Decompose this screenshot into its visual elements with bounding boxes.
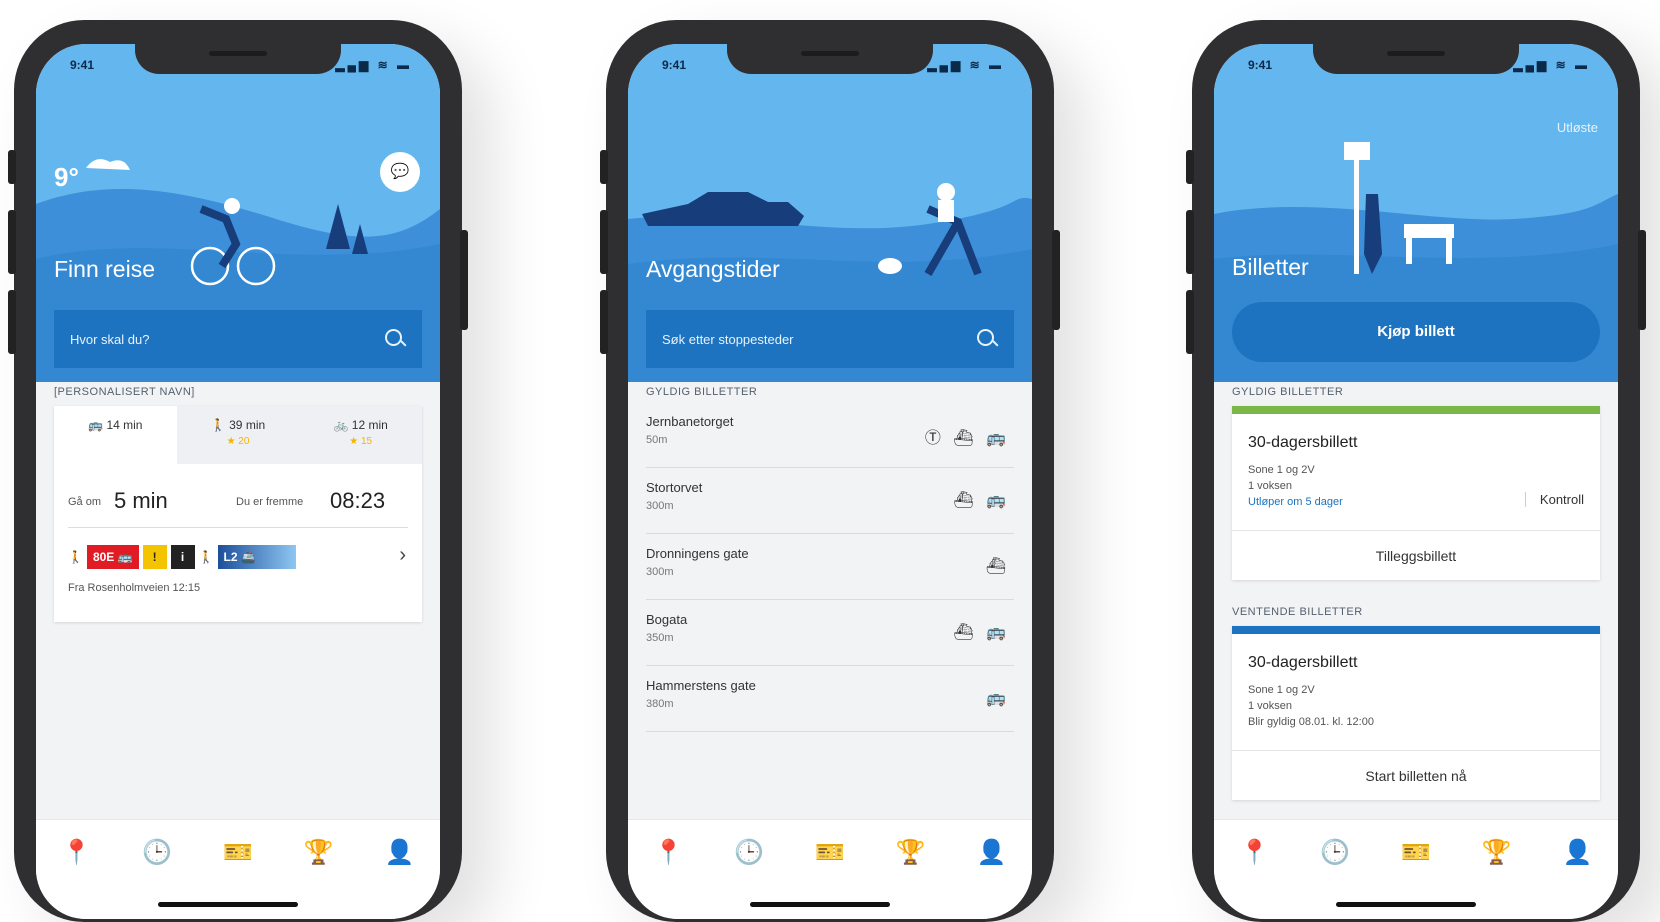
search-icon	[976, 328, 998, 350]
mode-walk[interactable]: 🚶 39 min ★ 20	[176, 406, 300, 464]
phone-finn-reise: 9:41 ▂▄▆ ≋ ▬ 9° 💬 Finn reise Hvor skal d…	[8, 20, 468, 922]
section-label: GYLDIG BILLETTER	[646, 386, 758, 398]
status-time: 9:41	[662, 58, 687, 72]
home-indicator	[750, 902, 890, 907]
arrive-value: 08:23	[330, 488, 386, 513]
search-icon	[384, 328, 406, 350]
home-indicator	[158, 902, 298, 907]
expiry-link[interactable]: Utløper om 5 dager	[1248, 496, 1343, 508]
weather-temp: 9°	[54, 162, 79, 192]
warning-icon: !	[142, 545, 167, 569]
status-icons: ▂▄▆ ≋ ▬	[335, 58, 412, 72]
tab-travel[interactable]: 📍	[58, 834, 94, 870]
tab-achievements[interactable]: 🏆	[301, 834, 337, 870]
chat-button[interactable]: 💬	[380, 152, 420, 192]
cloud-icon	[86, 159, 130, 170]
mockup-stage: 9:41 ▂▄▆ ≋ ▬ 9° 💬 Finn reise Hvor skal d…	[0, 0, 1660, 922]
tab-profile[interactable]: 👤	[382, 834, 418, 870]
search-placeholder: Søk etter stoppesteder	[662, 331, 794, 347]
tab-departures[interactable]: 🕒	[139, 834, 175, 870]
phone-billetter: 9:41 ▂▄▆ ≋ ▬ Utløste Billetter Kjøp bill…	[1186, 20, 1646, 922]
screen-billetter: 9:41 ▂▄▆ ≋ ▬ Utløste Billetter Kjøp bill…	[1214, 44, 1618, 919]
search-input[interactable]: Søk etter stoppesteder	[646, 310, 1014, 368]
transport-icons: ⛴ 🚌	[953, 492, 1010, 509]
tab-travel[interactable]: 📍	[1236, 834, 1272, 870]
tab-departures[interactable]: 🕒	[1317, 834, 1353, 870]
screen-avgangstider: 9:41 ▂▄▆ ≋ ▬ Avgangstider Søk etter stop…	[628, 44, 1032, 919]
list-item[interactable]: Hammerstens gate 380m 🚌	[646, 666, 1014, 732]
tab-departures[interactable]: 🕒	[731, 834, 767, 870]
phone-avgangstider: 9:41 ▂▄▆ ≋ ▬ Avgangstider Søk etter stop…	[600, 20, 1060, 922]
status-time: 9:41	[1248, 58, 1273, 72]
start-ticket-button[interactable]: Start billetten nå	[1232, 750, 1600, 800]
home-indicator	[1336, 902, 1476, 907]
tab-tickets[interactable]: 🎫	[812, 834, 848, 870]
header: 9° 💬 Finn reise Hvor skal du?	[36, 44, 440, 382]
boat-leg-badge: L2 🚢	[217, 545, 296, 569]
mode-tabs: 🚌 14 min 🚶 39 min ★ 20 🚲 12 min ★ 15	[54, 406, 423, 464]
section-label-pending: VENTENDE BILLETTER	[1232, 606, 1363, 618]
transport-icons: Ⓣ ⛴ 🚌	[924, 430, 1010, 447]
tab-achievements[interactable]: 🏆	[1479, 834, 1515, 870]
stop-list: Jernbanetorget 50m Ⓣ ⛴ 🚌 Stortorvet 300m…	[646, 402, 1014, 732]
list-item[interactable]: Bogata 350m ⛴ 🚌	[646, 600, 1014, 666]
kontroll-button[interactable]: Kontroll	[1524, 492, 1584, 507]
search-input[interactable]: Hvor skal du?	[54, 310, 422, 368]
ticket-name: 30-dagersbillett	[1248, 434, 1358, 451]
list-item[interactable]: Dronningens gate 300m ⛴	[646, 534, 1014, 600]
transport-icons: ⛴ 🚌	[953, 624, 1010, 641]
header: Avgangstider Søk etter stoppesteder	[628, 44, 1032, 382]
tab-profile[interactable]: 👤	[974, 834, 1010, 870]
chevron-right-icon: ›	[399, 544, 406, 566]
screen-finn-reise: 9:41 ▂▄▆ ≋ ▬ 9° 💬 Finn reise Hvor skal d…	[36, 44, 440, 919]
mode-bike[interactable]: 🚲 12 min ★ 15	[299, 406, 423, 464]
tab-profile[interactable]: 👤	[1560, 834, 1596, 870]
page-title: Finn reise	[54, 256, 155, 282]
trip-from-text: Fra Rosenholmveien 12:15	[68, 582, 201, 594]
depart-value: 5 min	[114, 488, 168, 513]
list-item[interactable]: Jernbanetorget 50m Ⓣ ⛴ 🚌	[646, 402, 1014, 468]
buy-ticket-button[interactable]: Kjøp billett	[1232, 302, 1600, 362]
status-icons: ▂▄▆ ≋ ▬	[927, 58, 1004, 72]
trip-summary: Gå om 5 min Du er fremme 08:23	[68, 484, 408, 528]
ticket-card-pending[interactable]: 30-dagersbillett Sone 1 og 2V 1 voksen B…	[1232, 626, 1600, 800]
tab-travel[interactable]: 📍	[650, 834, 686, 870]
trip-card[interactable]: 🚌 14 min 🚶 39 min ★ 20 🚲 12 min ★ 15 Gå …	[54, 406, 423, 622]
ticket-status-bar	[1232, 626, 1600, 634]
trip-legs: 🚶 80E 🚌 ! i 🚶 L2 🚢	[68, 544, 296, 570]
info-icon: i	[170, 545, 195, 569]
arrive-label: Du er fremme	[236, 496, 304, 508]
expired-tickets-link[interactable]: Utløste	[1557, 120, 1598, 135]
section-label: [PERSONALISERT NAVN]	[54, 386, 195, 398]
tab-tickets[interactable]: 🎫	[220, 834, 256, 870]
mode-bus[interactable]: 🚌 14 min	[54, 406, 177, 464]
add-ticket-button[interactable]: Tilleggsbillett	[1232, 530, 1600, 580]
page-title: Billetter	[1232, 254, 1309, 280]
tab-tickets[interactable]: 🎫	[1398, 834, 1434, 870]
header: Utløste Billetter Kjøp billett	[1214, 44, 1618, 382]
ticket-status-bar	[1232, 406, 1600, 414]
depart-label: Gå om	[68, 496, 102, 508]
list-item[interactable]: Stortorvet 300m ⛴ 🚌	[646, 468, 1014, 534]
walk-icon: 🚶	[198, 550, 214, 564]
transport-icons: ⛴	[985, 558, 1010, 575]
search-placeholder: Hvor skal du?	[70, 331, 150, 347]
section-label-valid: GYLDIG BILLETTER	[1232, 386, 1344, 398]
walk-icon: 🚶	[68, 550, 83, 564]
transport-icons: 🚌	[986, 690, 1010, 707]
page-title: Avgangstider	[646, 256, 780, 282]
status-icons: ▂▄▆ ≋ ▬	[1513, 58, 1590, 72]
ticket-name: 30-dagersbillett	[1248, 654, 1358, 671]
tab-achievements[interactable]: 🏆	[893, 834, 929, 870]
status-time: 9:41	[70, 58, 95, 72]
bus-leg-badge: 80E 🚌	[86, 545, 139, 569]
ticket-card-valid[interactable]: 30-dagersbillett Sone 1 og 2V 1 voksen U…	[1232, 406, 1600, 580]
